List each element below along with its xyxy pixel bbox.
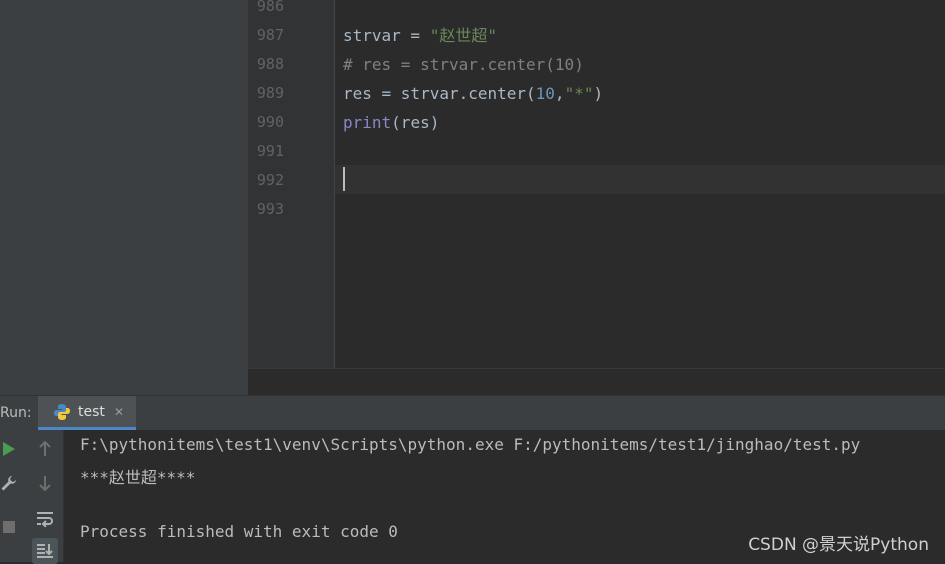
scroll-to-end-icon bbox=[37, 544, 53, 558]
code-line-990[interactable]: print(res) bbox=[343, 108, 439, 137]
code-token: , bbox=[554, 84, 565, 103]
builtin-function: print bbox=[343, 113, 392, 132]
scroll-to-end-button[interactable] bbox=[32, 538, 58, 564]
console-line: F:\pythonitems\test1\venv\Scripts\python… bbox=[80, 435, 861, 454]
watermark: CSDN @景天说Python bbox=[748, 535, 929, 555]
code-token: = bbox=[400, 26, 430, 45]
stop-button[interactable] bbox=[0, 514, 22, 540]
run-toolbar-secondary bbox=[20, 430, 64, 564]
close-icon[interactable]: ✕ bbox=[114, 396, 124, 428]
python-icon bbox=[54, 404, 70, 420]
line-number: 988 bbox=[256, 55, 284, 73]
project-panel bbox=[0, 0, 248, 395]
line-number-gutter: 986 987 988 989 990 991 992 993 bbox=[248, 0, 335, 368]
code-line-989[interactable]: res = strvar.center(10,"*") bbox=[343, 79, 603, 108]
number-literal: 10 bbox=[535, 84, 555, 103]
run-toolbar-primary bbox=[0, 430, 20, 562]
code-token: res = strvar.center( bbox=[343, 84, 536, 103]
text-caret bbox=[343, 167, 345, 191]
code-editor[interactable]: strvar = "赵世超" # res = strvar.center(10)… bbox=[335, 0, 945, 368]
line-number: 990 bbox=[256, 113, 284, 131]
rerun-button[interactable] bbox=[0, 436, 22, 462]
settings-button[interactable] bbox=[0, 470, 22, 496]
scroll-up-button[interactable] bbox=[32, 436, 58, 462]
arrow-down-icon bbox=[39, 476, 51, 491]
stop-icon bbox=[3, 521, 15, 533]
line-number: 993 bbox=[256, 200, 284, 218]
code-line-988[interactable]: # res = strvar.center(10) bbox=[343, 50, 584, 79]
line-number: 991 bbox=[256, 142, 284, 160]
code-token: strvar bbox=[343, 26, 401, 45]
tab-label: test bbox=[78, 404, 105, 420]
run-tab-test[interactable]: test ✕ bbox=[38, 396, 136, 430]
play-icon bbox=[3, 442, 15, 456]
scroll-down-button[interactable] bbox=[32, 470, 58, 496]
code-token: (res) bbox=[391, 113, 440, 132]
wrap-icon bbox=[37, 512, 53, 527]
line-number: 987 bbox=[256, 26, 284, 44]
line-number: 992 bbox=[256, 171, 284, 189]
line-number: 989 bbox=[256, 84, 284, 102]
arrow-up-icon bbox=[39, 441, 51, 456]
string-literal: "*" bbox=[564, 84, 594, 103]
console-line: Process finished with exit code 0 bbox=[80, 522, 398, 541]
soft-wrap-button[interactable] bbox=[32, 506, 58, 532]
console-line: ***赵世超**** bbox=[80, 468, 196, 487]
code-line-987[interactable]: strvar = "赵世超" bbox=[343, 21, 497, 50]
wrench-icon bbox=[1, 476, 16, 491]
code-token: ) bbox=[593, 84, 604, 103]
editor-horizontal-scroll[interactable] bbox=[248, 368, 945, 395]
line-number: 986 bbox=[256, 0, 284, 15]
run-tool-window-header: Run: test ✕ bbox=[0, 395, 945, 430]
run-label: Run: bbox=[0, 405, 32, 421]
string-literal: "赵世超" bbox=[429, 26, 497, 45]
